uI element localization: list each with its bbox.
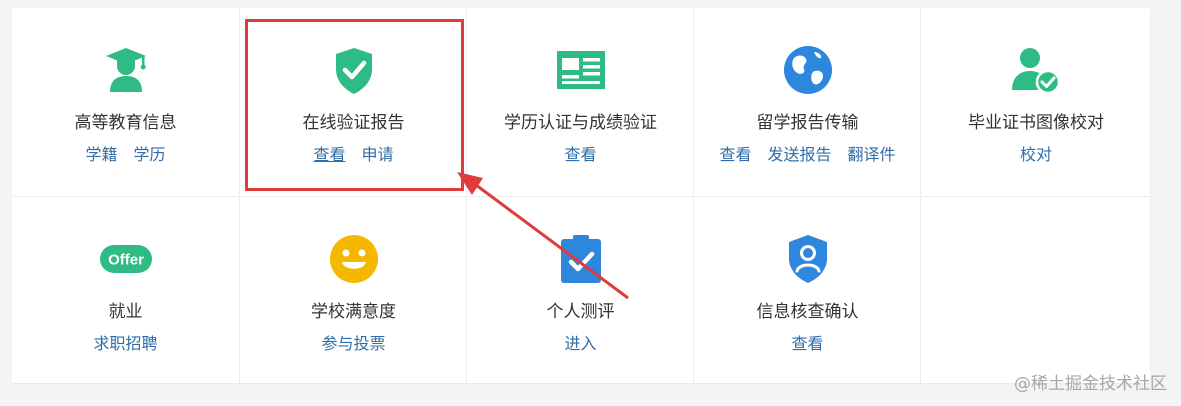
link-xueji[interactable]: 学籍: [85, 145, 117, 164]
id-card-icon: [553, 42, 609, 98]
offer-icon: Offer: [98, 231, 154, 287]
service-title: 个人测评: [546, 302, 615, 322]
service-school-satisfaction[interactable]: 学校满意度 参与投票: [239, 197, 467, 384]
service-row-1: 高等教育信息 学籍 学历 在线验证报告 查看 申请 学历认证与成绩验证 查看 留…: [12, 8, 1150, 195]
service-study-abroad-report[interactable]: 留学报告传输 查看 发送报告 翻译件: [693, 8, 921, 195]
service-personal-assessment[interactable]: 个人测评 进入: [466, 197, 694, 384]
link-vote[interactable]: 参与投票: [321, 334, 385, 353]
link-xueli[interactable]: 学历: [134, 145, 166, 164]
link-job-search[interactable]: 求职招聘: [93, 334, 157, 353]
service-title: 留学报告传输: [756, 113, 859, 133]
user-check-icon: [1008, 42, 1064, 98]
user-shield-icon: [780, 231, 836, 287]
service-grid: 高等教育信息 学籍 学历 在线验证报告 查看 申请 学历认证与成绩验证 查看 留…: [12, 8, 1150, 384]
link-view[interactable]: 查看: [564, 145, 596, 164]
service-certificate-image-check[interactable]: 毕业证书图像校对 校对: [920, 8, 1151, 195]
globe-icon: [780, 42, 836, 98]
service-title: 高等教育信息: [74, 113, 177, 133]
service-employment[interactable]: Offer 就业 求职招聘: [12, 197, 239, 384]
link-enter[interactable]: 进入: [564, 334, 596, 353]
offer-icon-text: Offer: [108, 252, 144, 269]
highlight-box: [245, 19, 464, 191]
service-title: 信息核查确认: [756, 302, 859, 322]
clipboard-check-icon: [553, 231, 609, 287]
link-translation[interactable]: 翻译件: [848, 145, 896, 164]
service-higher-education[interactable]: 高等教育信息 学籍 学历: [12, 8, 239, 195]
link-view[interactable]: 查看: [719, 145, 751, 164]
service-title: 学校满意度: [311, 302, 396, 322]
smile-icon: [326, 231, 382, 287]
service-row-2: Offer 就业 求职招聘 学校满意度 参与投票 个人测评 进入 信息核查确认 …: [12, 196, 1150, 384]
link-view[interactable]: 查看: [791, 334, 823, 353]
service-degree-certification[interactable]: 学历认证与成绩验证 查看: [466, 8, 694, 195]
watermark: @稀土掘金技术社区: [1014, 374, 1167, 394]
link-check[interactable]: 校对: [1020, 145, 1052, 164]
link-send-report[interactable]: 发送报告: [767, 145, 831, 164]
service-info-confirmation[interactable]: 信息核查确认 查看: [693, 197, 921, 384]
scrollbar-track[interactable]: [1169, 0, 1181, 406]
service-title: 学历认证与成绩验证: [504, 113, 657, 133]
graduate-icon: [98, 42, 154, 98]
empty-cell: [920, 197, 1151, 384]
service-title: 毕业证书图像校对: [968, 113, 1104, 133]
service-title: 就业: [108, 302, 143, 322]
